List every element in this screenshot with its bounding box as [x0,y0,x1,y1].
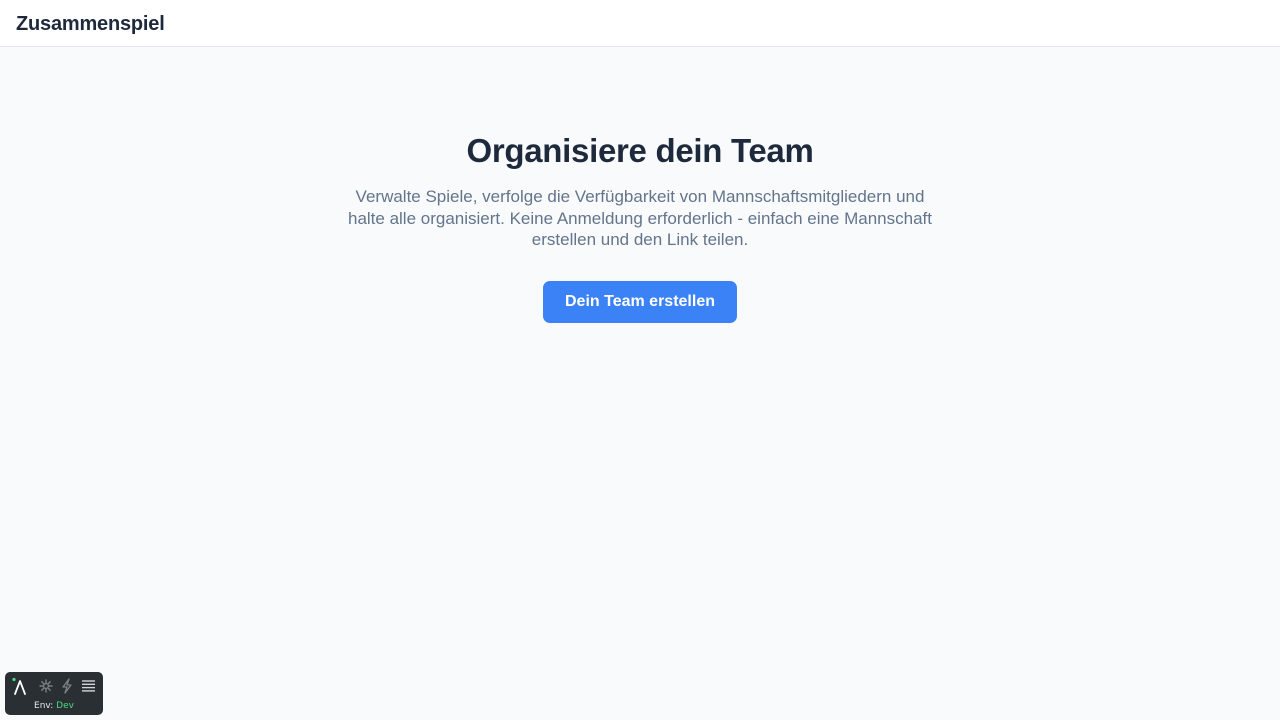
hero-section: Organisiere dein Team Verwalte Spiele, v… [0,128,1280,251]
menu-icon[interactable] [79,677,97,695]
lambda-icon[interactable] [11,677,29,695]
settings-icon[interactable] [37,677,55,695]
env-indicator: Env: Dev [5,701,103,712]
env-label: Env: [34,701,54,711]
env-value: Dev [56,701,74,711]
dev-toolbar-icons [5,677,103,695]
lightning-icon[interactable] [58,677,76,695]
app-header: Zusammenspiel [0,0,1280,47]
hero-subtitle: Verwalte Spiele, verfolge die Verfügbark… [347,187,932,249]
brand-logo[interactable]: Zusammenspiel [16,11,165,37]
hero-title: Organisiere dein Team [466,132,814,169]
create-team-button[interactable]: Dein Team erstellen [543,281,737,323]
dev-toolbar: Env: Dev [5,672,103,715]
